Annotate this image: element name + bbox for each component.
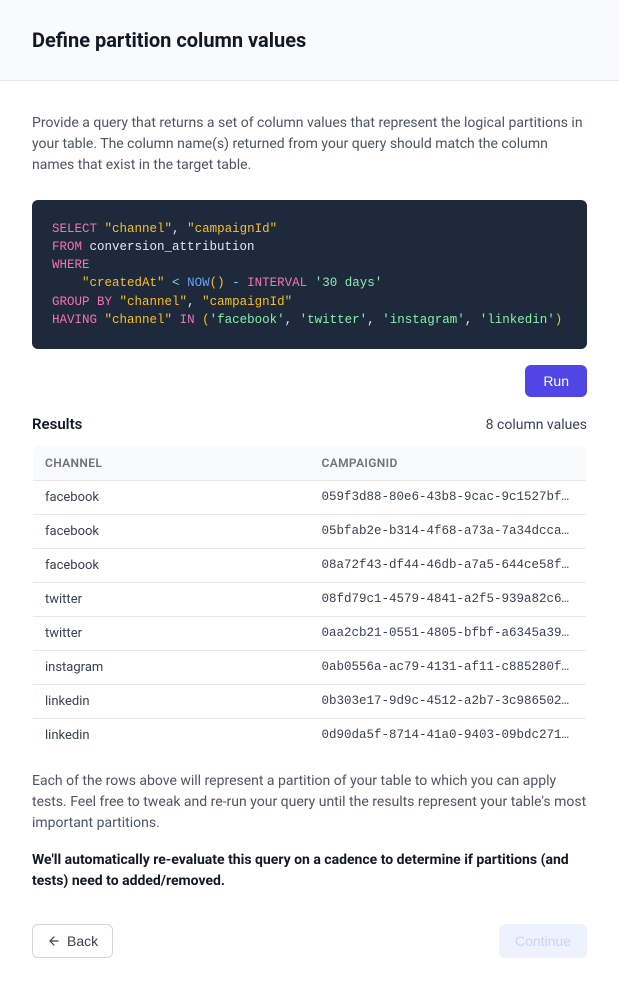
arrow-left-icon	[47, 934, 61, 948]
sql-column: "channel"	[105, 222, 173, 236]
sql-column: "campaignId"	[202, 295, 292, 309]
cell-campaignid: 08a72f43-df44-46db-a7a5-644ce58f5225	[310, 548, 587, 582]
continue-button[interactable]: Continue	[499, 924, 587, 958]
results-title: Results	[32, 415, 82, 433]
sql-string: 'instagram'	[382, 313, 465, 327]
column-header-campaignid: CAMPAIGNID	[310, 445, 587, 480]
cell-campaignid: 05bfab2e-b314-4f68-a73a-7a34dcca1a3f	[310, 514, 587, 548]
description-text: Provide a query that returns a set of co…	[32, 113, 587, 176]
back-button-label: Back	[67, 933, 98, 949]
cell-channel: linkedin	[33, 684, 310, 718]
table-row: instagram0ab0556a-ac79-4131-af11-c885280…	[33, 650, 587, 684]
page-content: Provide a query that returns a set of co…	[0, 81, 619, 990]
sql-comma: ,	[465, 313, 473, 327]
sql-keyword: INTERVAL	[247, 276, 307, 290]
sql-table: conversion_attribution	[90, 240, 255, 254]
results-header: Results 8 column values	[32, 415, 587, 433]
cell-channel: facebook	[33, 514, 310, 548]
page-header: Define partition column values	[0, 0, 619, 81]
back-button[interactable]: Back	[32, 924, 113, 958]
table-row: facebook08a72f43-df44-46db-a7a5-644ce58f…	[33, 548, 587, 582]
cell-campaignid: 0d90da5f-8714-41a0-9403-09bdc271b3de	[310, 718, 587, 752]
sql-operator: <	[172, 276, 180, 290]
sql-string: 'facebook'	[210, 313, 285, 327]
footer-explain: Each of the rows above will represent a …	[32, 771, 587, 834]
table-row: linkedin0b303e17-9d9c-4512-a2b7-3c986502…	[33, 684, 587, 718]
button-row: Back Continue	[32, 924, 587, 958]
sql-string: 'twitter'	[300, 313, 368, 327]
page-title: Define partition column values	[32, 28, 587, 52]
results-count: 8 column values	[486, 417, 587, 433]
sql-operator: -	[232, 276, 240, 290]
sql-keyword: SELECT	[52, 222, 97, 236]
sql-keyword: FROM	[52, 240, 82, 254]
sql-column: "channel"	[120, 295, 188, 309]
sql-paren: (	[202, 313, 210, 327]
cell-channel: facebook	[33, 548, 310, 582]
sql-comma: ,	[285, 313, 293, 327]
table-row: twitter0aa2cb21-0551-4805-bfbf-a6345a397…	[33, 616, 587, 650]
sql-paren: )	[555, 313, 563, 327]
sql-string: 'linkedin'	[480, 313, 555, 327]
table-row: twitter08fd79c1-4579-4841-a2f5-939a82c65…	[33, 582, 587, 616]
sql-keyword: GROUP BY	[52, 295, 112, 309]
footer-auto: We'll automatically re-evaluate this que…	[32, 850, 587, 892]
run-button[interactable]: Run	[525, 365, 587, 397]
cell-campaignid: 08fd79c1-4579-4841-a2f5-939a82c659ab	[310, 582, 587, 616]
table-row: facebook05bfab2e-b314-4f68-a73a-7a34dcca…	[33, 514, 587, 548]
table-header-row: CHANNEL CAMPAIGNID	[33, 445, 587, 480]
cell-channel: twitter	[33, 616, 310, 650]
cell-channel: instagram	[33, 650, 310, 684]
sql-keyword: IN	[180, 313, 195, 327]
sql-string: '30 days'	[315, 276, 383, 290]
table-row: linkedin0d90da5f-8714-41a0-9403-09bdc271…	[33, 718, 587, 752]
sql-editor[interactable]: SELECT "channel", "campaignId" FROM conv…	[32, 200, 587, 349]
sql-function: NOW	[187, 276, 210, 290]
sql-keyword: WHERE	[52, 258, 90, 272]
table-row: facebook059f3d88-80e6-43b8-9cac-9c1527bf…	[33, 480, 587, 514]
run-button-row: Run	[32, 365, 587, 397]
cell-channel: twitter	[33, 582, 310, 616]
cell-channel: facebook	[33, 480, 310, 514]
cell-campaignid: 059f3d88-80e6-43b8-9cac-9c1527bf1c6f	[310, 480, 587, 514]
sql-column: "createdAt"	[82, 276, 165, 290]
sql-column: "campaignId"	[187, 222, 277, 236]
sql-comma: ,	[367, 313, 375, 327]
sql-comma: ,	[187, 295, 195, 309]
results-table: CHANNEL CAMPAIGNID facebook059f3d88-80e6…	[32, 445, 587, 753]
sql-column: "channel"	[105, 313, 173, 327]
cell-channel: linkedin	[33, 718, 310, 752]
column-header-channel: CHANNEL	[33, 445, 310, 480]
cell-campaignid: 0b303e17-9d9c-4512-a2b7-3c9865025abc	[310, 684, 587, 718]
cell-campaignid: 0aa2cb21-0551-4805-bfbf-a6345a397108	[310, 616, 587, 650]
cell-campaignid: 0ab0556a-ac79-4131-af11-c885280f21b6	[310, 650, 587, 684]
sql-keyword: HAVING	[52, 313, 97, 327]
sql-paren: ()	[210, 276, 225, 290]
sql-comma: ,	[172, 222, 180, 236]
